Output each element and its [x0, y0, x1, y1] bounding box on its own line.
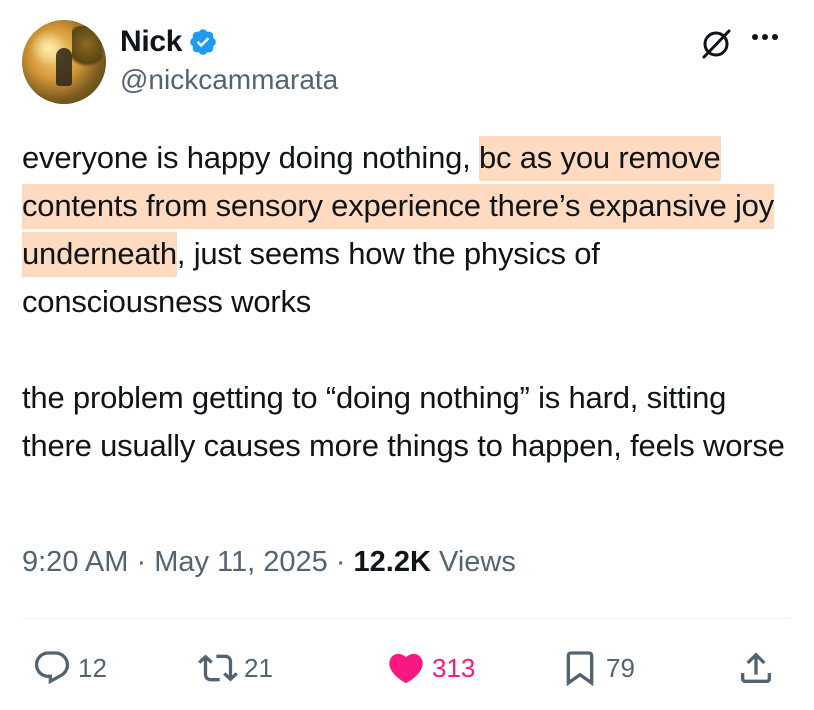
like-count: 313: [432, 652, 476, 683]
retweet-button[interactable]: 21: [198, 640, 273, 696]
author-handle[interactable]: @nickcammarata: [120, 64, 338, 96]
reply-button[interactable]: 12: [32, 640, 107, 696]
views-count: 12.2K: [353, 546, 431, 578]
author-name-row: Nick: [120, 24, 218, 60]
share-button[interactable]: [736, 640, 776, 696]
retweet-icon: [198, 654, 238, 682]
divider: [22, 618, 790, 619]
tweet-text: everyone is happy doing nothing, bc as y…: [22, 134, 792, 470]
bookmark-button[interactable]: 79: [560, 640, 635, 696]
reply-count: 12: [78, 652, 107, 683]
like-button[interactable]: 313: [386, 640, 475, 696]
views-label: Views: [430, 546, 516, 578]
share-icon: [741, 652, 771, 683]
reply-icon: [34, 651, 70, 685]
bookmark-count: 79: [606, 652, 635, 683]
more-options-icon[interactable]: [752, 34, 778, 40]
bookmark-icon: [566, 651, 594, 687]
tweet-time[interactable]: 9:20 AM: [22, 546, 128, 578]
retweet-count: 21: [244, 652, 273, 683]
avatar[interactable]: [22, 20, 106, 104]
author-display-name[interactable]: Nick: [120, 25, 182, 59]
tweet-date[interactable]: May 11, 2025: [154, 546, 328, 578]
tweet-card: Nick @nickcammarata everyone is happy do…: [0, 0, 814, 710]
tweet-paragraph-2: the problem getting to “doing nothing” i…: [22, 380, 785, 463]
action-bar: 12 21 313 79: [0, 640, 814, 696]
heart-icon: [389, 653, 423, 684]
tweet-metadata: 9:20 AM · May 11, 2025 · 12.2K Views: [22, 546, 516, 578]
verified-badge-icon[interactable]: [188, 27, 218, 57]
grok-icon[interactable]: [698, 26, 734, 62]
tweet-paragraph-1: everyone is happy doing nothing, bc as y…: [22, 134, 792, 326]
